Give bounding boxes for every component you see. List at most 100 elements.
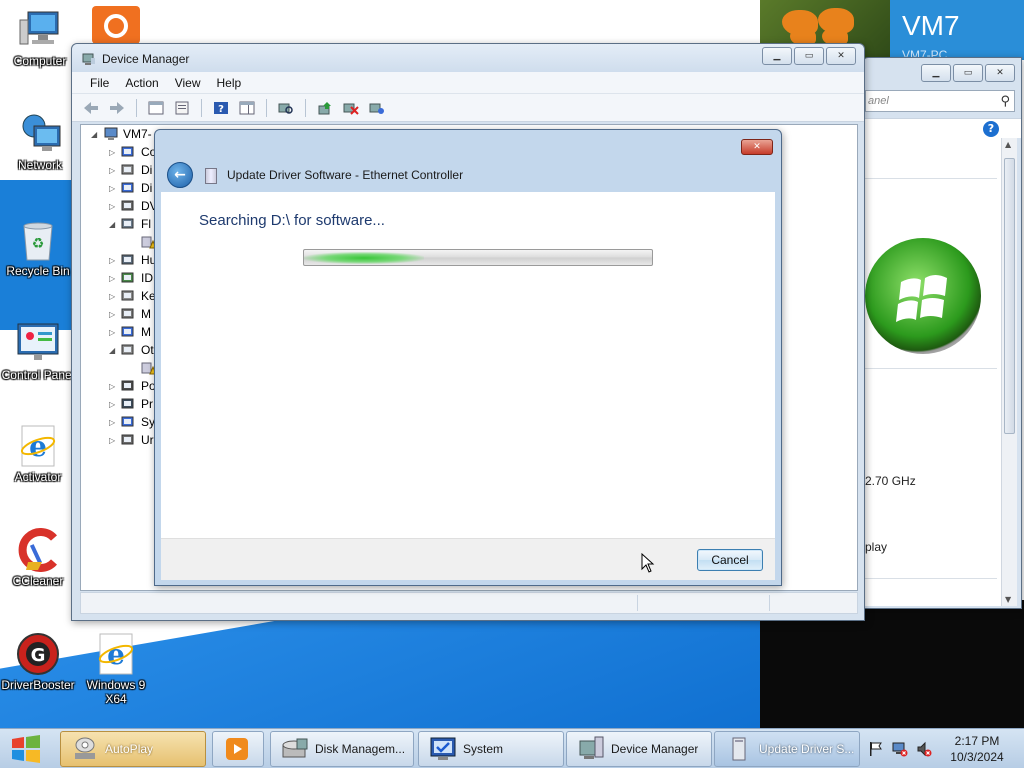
volume-muted-icon[interactable] xyxy=(916,741,932,757)
action-pane-button[interactable] xyxy=(236,98,258,118)
expand-icon[interactable]: ▷ xyxy=(109,202,119,211)
search-control-panel-input[interactable]: anel ⚲ xyxy=(865,90,1015,112)
taskbar-media-player[interactable] xyxy=(212,731,264,767)
scroll-down-icon[interactable]: ▼ xyxy=(1005,595,1011,604)
system-window: ▁ ▭ ✕ anel ⚲ ? 2.70 GHz play ▲ ▼ xyxy=(862,57,1022,609)
start-button[interactable] xyxy=(4,733,48,765)
expand-icon[interactable]: ▷ xyxy=(109,310,119,319)
desktop-icon-label: CCleaner xyxy=(12,574,64,588)
help-icon[interactable]: ? xyxy=(983,121,999,137)
taskbar-device-manager[interactable]: Device Manager xyxy=(566,731,712,767)
minimize-button[interactable]: ▁ xyxy=(921,64,951,82)
windows-flag-icon xyxy=(896,275,947,322)
tree-category[interactable]: ▷ Sy xyxy=(109,413,155,431)
divider xyxy=(865,578,997,579)
expand-icon[interactable]: ▷ xyxy=(109,400,119,409)
scroll-thumb[interactable] xyxy=(1004,158,1015,434)
expand-icon[interactable]: ▷ xyxy=(109,256,119,265)
help-button[interactable]: ? xyxy=(210,98,232,118)
expand-icon[interactable]: ▷ xyxy=(109,292,119,301)
collapse-icon[interactable]: ◢ xyxy=(109,220,119,229)
tree-category[interactable]: ▷ Ur xyxy=(109,431,154,449)
tree-category[interactable]: ▷ M xyxy=(109,323,151,341)
desktop-icon-control-panel[interactable]: Control Panel xyxy=(0,322,76,382)
update-driver-button[interactable] xyxy=(314,98,336,118)
window-controls: ▁ ▭ ✕ xyxy=(921,64,1015,82)
tree-category[interactable]: ◢ Ot xyxy=(109,341,154,359)
clock-time[interactable]: 2:17 PM xyxy=(945,734,1009,748)
tree-category[interactable]: ▷ Pr xyxy=(109,395,153,413)
menu-file[interactable]: File xyxy=(82,72,117,93)
banner-title: VM7 xyxy=(902,10,960,41)
desktop-icon-windows9[interactable]: e Windows 9 X64 xyxy=(78,632,154,706)
minimize-button[interactable]: ▁ xyxy=(762,47,792,65)
scan-hardware-button[interactable] xyxy=(275,98,297,118)
menu-action[interactable]: Action xyxy=(117,72,166,93)
tree-category[interactable]: ▷ Di xyxy=(109,179,152,197)
pane-icon xyxy=(239,101,255,114)
desktop-icon-activator[interactable]: e Activator xyxy=(0,424,76,484)
svg-text:e: e xyxy=(107,638,125,671)
expand-icon[interactable]: ▷ xyxy=(109,166,119,175)
tree-category[interactable]: ▷ Ke xyxy=(109,287,156,305)
desktop-icon-partial[interactable] xyxy=(92,6,140,44)
taskbar-autoplay[interactable]: AutoPlay xyxy=(60,731,206,767)
back-button[interactable] xyxy=(80,98,102,118)
forward-button[interactable] xyxy=(106,98,128,118)
desktop-icon-driverbooster[interactable]: G DriverBooster xyxy=(0,632,76,692)
collapse-icon[interactable]: ◢ xyxy=(109,346,119,355)
arrow-left-icon xyxy=(84,101,98,114)
tree-category[interactable]: ▷ Co xyxy=(109,143,156,161)
desktop-icon-computer[interactable]: Computer xyxy=(2,8,78,68)
menu-help[interactable]: Help xyxy=(209,72,250,93)
close-button[interactable]: ✕ xyxy=(985,64,1015,82)
maximize-button[interactable]: ▭ xyxy=(953,64,983,82)
network-disconnected-icon[interactable] xyxy=(892,741,908,757)
desktop-icon-network[interactable]: Network xyxy=(2,112,78,172)
clock-date[interactable]: 10/3/2024 xyxy=(945,750,1009,764)
taskbar-system[interactable]: System xyxy=(418,731,564,767)
uninstall-button[interactable] xyxy=(340,98,362,118)
expand-icon[interactable]: ▷ xyxy=(109,274,119,283)
close-button[interactable]: ✕ xyxy=(741,139,773,155)
tree-category[interactable]: ▷ Po xyxy=(109,377,156,395)
tree-category[interactable]: ▷ M xyxy=(109,305,151,323)
title-bar[interactable]: Device Manager ▁ ▭ ✕ xyxy=(72,44,864,72)
disable-button[interactable] xyxy=(366,98,388,118)
tree-category[interactable]: ▷ DV xyxy=(109,197,158,215)
show-hide-console-tree-button[interactable] xyxy=(145,98,167,118)
tree-root[interactable]: ◢ VM7- xyxy=(91,125,152,143)
expand-icon[interactable]: ▷ xyxy=(109,184,119,193)
collapse-icon[interactable]: ◢ xyxy=(91,130,101,139)
tree-category[interactable]: ▷ ID xyxy=(109,269,153,287)
driver-booster-icon: G xyxy=(14,632,62,676)
vertical-scrollbar[interactable]: ▲ ▼ xyxy=(1001,138,1017,606)
progress-bar xyxy=(303,249,653,266)
device-icon xyxy=(205,168,217,184)
maximize-button[interactable]: ▭ xyxy=(794,47,824,65)
action-center-flag-icon[interactable] xyxy=(868,741,884,757)
expand-icon[interactable]: ▷ xyxy=(109,418,119,427)
mouse-cursor-icon xyxy=(641,552,655,573)
tree-category[interactable]: ◢ Fl xyxy=(109,215,151,233)
expand-icon[interactable]: ▷ xyxy=(109,382,119,391)
desktop-icon-recycle-bin[interactable]: ♻ Recycle Bin xyxy=(0,218,76,278)
dialog-title: Update Driver Software - Ethernet Contro… xyxy=(227,168,464,182)
back-button[interactable]: ← xyxy=(167,162,193,188)
expand-icon[interactable]: ▷ xyxy=(109,436,119,445)
taskbar-update-driver[interactable]: Update Driver S... xyxy=(714,731,860,767)
expand-icon[interactable]: ▷ xyxy=(109,328,119,337)
menu-view[interactable]: View xyxy=(167,72,209,93)
window-controls: ▁ ▭ ✕ xyxy=(762,47,856,65)
close-button[interactable]: ✕ xyxy=(826,47,856,65)
expand-icon[interactable]: ▷ xyxy=(109,148,119,157)
tree-item-label: Ur xyxy=(141,433,154,447)
svg-text:♻: ♻ xyxy=(32,236,45,252)
tree-category[interactable]: ▷ Di xyxy=(109,161,152,179)
desktop-icon-ccleaner[interactable]: CCleaner xyxy=(0,528,76,588)
tree-category[interactable]: ▷ Hu xyxy=(109,251,156,269)
properties-button[interactable] xyxy=(171,98,193,118)
cancel-button[interactable]: Cancel xyxy=(697,549,763,571)
taskbar-disk-management[interactable]: Disk Managem... xyxy=(270,731,414,767)
scroll-up-icon[interactable]: ▲ xyxy=(1005,140,1011,149)
